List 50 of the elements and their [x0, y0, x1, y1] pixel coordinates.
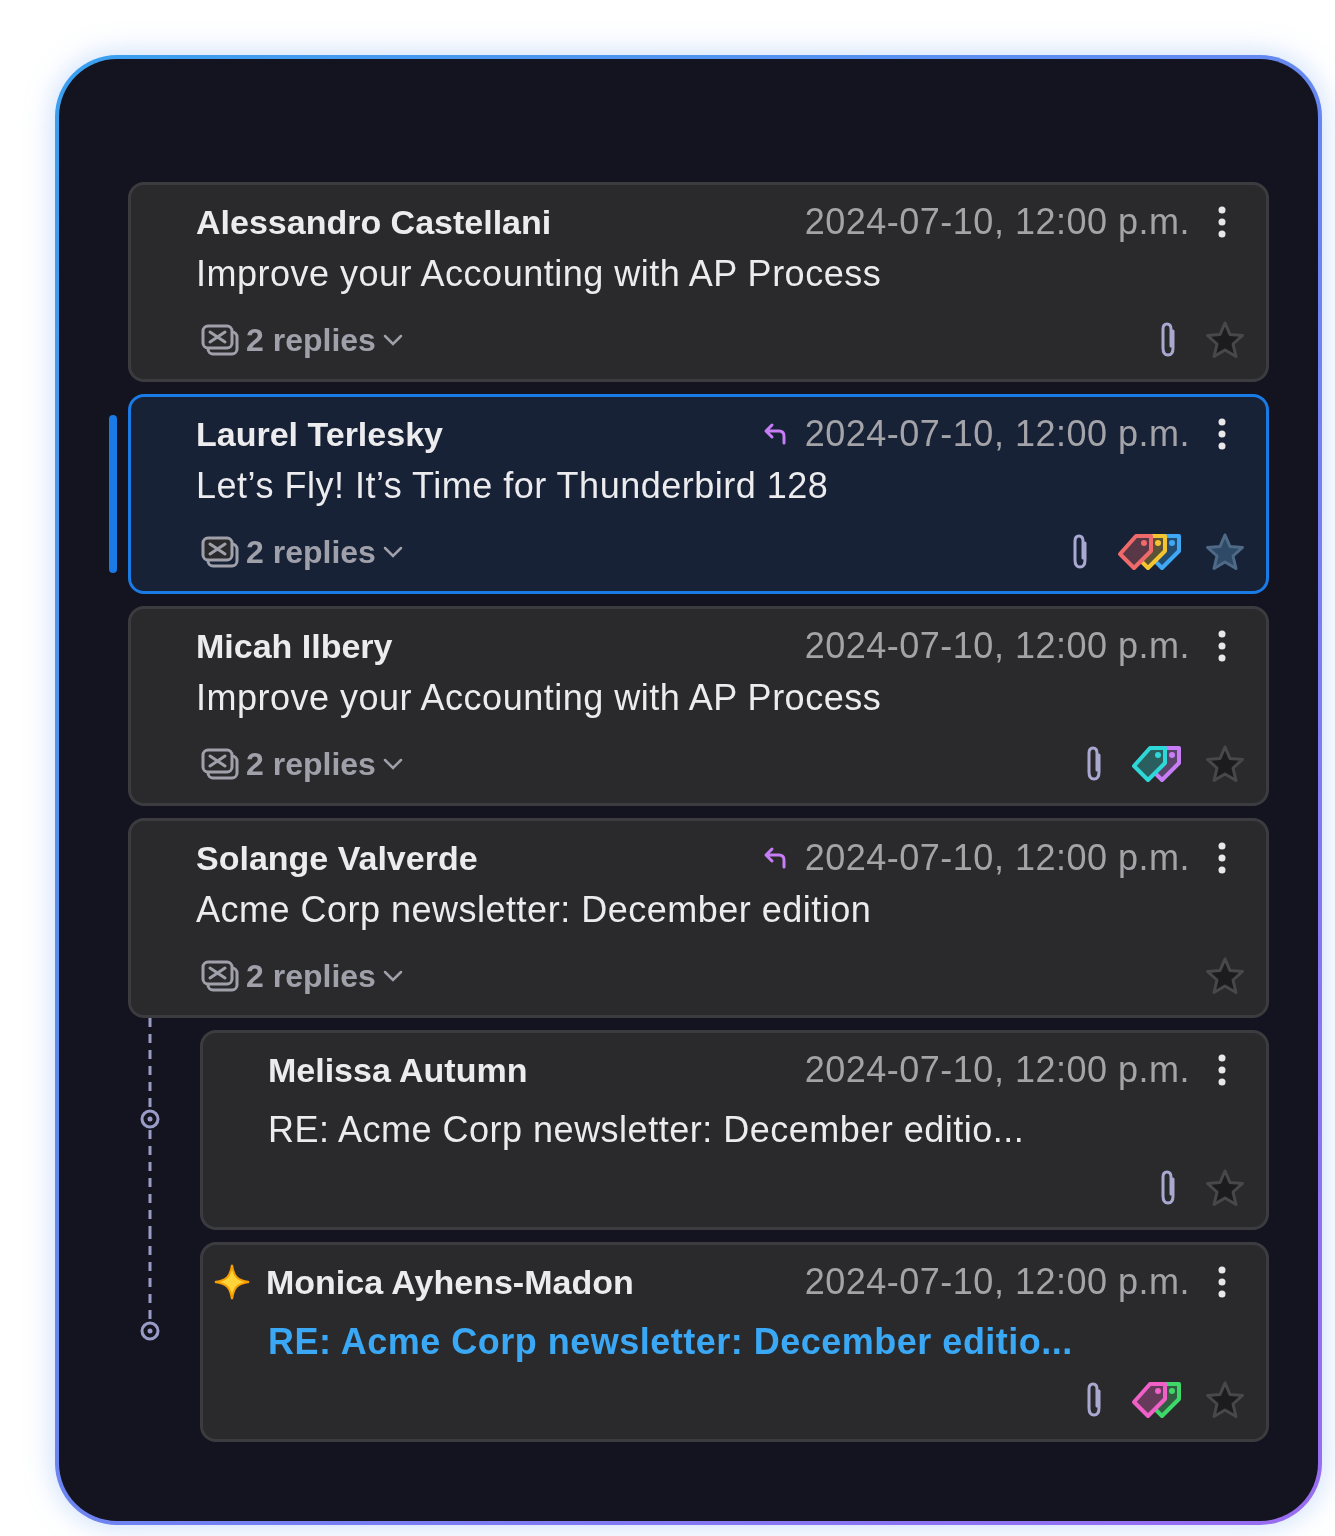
- message-date: 2024-07-10, 12:00 p.m.: [804, 1261, 1190, 1303]
- more-menu-icon[interactable]: [1216, 417, 1228, 451]
- chevron-icon: [381, 757, 404, 771]
- envelopes-icon: [200, 535, 240, 569]
- message-subject: Improve your Accounting with AP Process: [196, 253, 883, 295]
- chevron-icon: [381, 969, 404, 983]
- message-subject: RE: Acme Corp newsletter: December editio...: [268, 1321, 1074, 1363]
- star-icon[interactable]: [1204, 1167, 1246, 1209]
- chevron-icon: [381, 545, 404, 559]
- star-icon[interactable]: [1204, 955, 1246, 997]
- sender-name: Monica Ayhens-Madon: [266, 1262, 634, 1302]
- more-menu-icon[interactable]: [1216, 1265, 1228, 1299]
- replies-toggle[interactable]: 2 replies: [246, 745, 404, 783]
- replies-toggle[interactable]: 2 replies: [246, 321, 404, 359]
- message-subject: RE: Acme Corp newsletter: December editio...: [268, 1109, 1026, 1151]
- chevron-icon: [381, 333, 404, 347]
- message-subject: Let’s Fly! It’s Time for Thunderbird 128: [196, 465, 830, 507]
- message-subject: Acme Corp newsletter: December edition: [196, 889, 873, 931]
- more-menu-icon[interactable]: [1216, 629, 1228, 663]
- tags-icon: [1130, 1380, 1184, 1420]
- star-icon[interactable]: [1204, 743, 1246, 785]
- message-card[interactable]: Melissa Autumn 2024-07-10, 12:00 p.m. RE: Acme Corp newsletter: December editio...: [200, 1030, 1269, 1230]
- sender-name: Alessandro Castellani: [196, 202, 552, 242]
- star-icon[interactable]: [1204, 1379, 1246, 1421]
- message-subject: Improve your Accounting with AP Process: [196, 677, 883, 719]
- more-menu-icon[interactable]: [1216, 841, 1228, 875]
- message-date: 2024-07-10, 12:00 p.m.: [804, 1049, 1190, 1091]
- sender-name: Laurel Terlesky: [196, 414, 443, 454]
- message-card[interactable]: Monica Ayhens-Madon 2024-07-10, 12:00 p.m. RE: Acme Corp newsletter: December editio...: [200, 1242, 1269, 1442]
- message-date: 2024-07-10, 12:00 p.m.: [804, 837, 1190, 879]
- sender-name: Solange Valverde: [196, 838, 478, 878]
- message-card[interactable]: Alessandro Castellani 2024-07-10, 12:00 p.m. Improve your Accounting with AP Process 2 replies: [128, 182, 1269, 382]
- message-date: 2024-07-10, 12:00 p.m.: [804, 201, 1190, 243]
- envelopes-icon: [200, 959, 240, 993]
- replies-toggle[interactable]: 2 replies: [246, 533, 404, 571]
- tags-icon: [1130, 744, 1184, 784]
- message-card[interactable]: Micah Ilbery 2024-07-10, 12:00 p.m. Improve your Accounting with AP Process 2 replies: [128, 606, 1269, 806]
- message-date: 2024-07-10, 12:00 p.m.: [804, 413, 1190, 455]
- message-date: 2024-07-10, 12:00 p.m.: [804, 625, 1190, 667]
- envelopes-icon: [200, 747, 240, 781]
- star-icon[interactable]: [1204, 319, 1246, 361]
- sender-name: Melissa Autumn: [268, 1050, 528, 1090]
- replies-toggle[interactable]: 2 replies: [246, 957, 404, 995]
- more-menu-icon[interactable]: [1216, 205, 1228, 239]
- message-card[interactable]: Solange Valverde 2024-07-10, 12:00 p.m. Acme Corp newsletter: December edition 2 replies: [128, 818, 1269, 1018]
- star-icon[interactable]: [1204, 531, 1246, 573]
- envelopes-icon: [200, 323, 240, 357]
- sender-name: Micah Ilbery: [196, 626, 393, 666]
- tags-icon: [1116, 532, 1184, 572]
- more-menu-icon[interactable]: [1216, 1053, 1228, 1087]
